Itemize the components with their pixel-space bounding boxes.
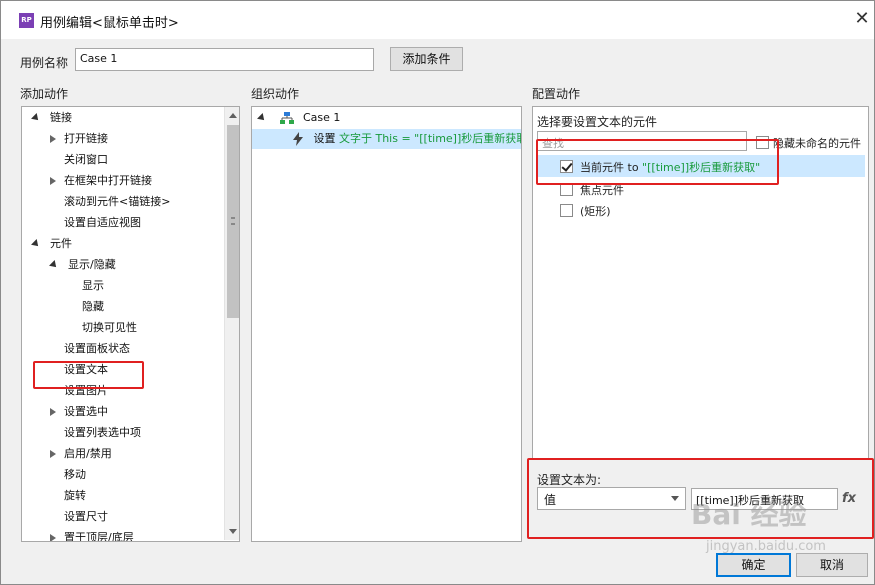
action-item-label: 隐藏 [82, 300, 104, 313]
action-item-4[interactable]: 滚动到元件<锚链接> [50, 193, 170, 211]
ok-button[interactable]: 确定 [716, 553, 791, 577]
action-item-label: 启用/禁用 [64, 447, 112, 460]
axure-app-icon: RP [19, 13, 34, 28]
action-item-19[interactable]: 设置尺寸 [50, 508, 108, 526]
focus-widget-label[interactable]: 焦点元件 [580, 182, 624, 198]
action-item-label: 设置文本 [64, 363, 108, 376]
select-widget-label: 选择要设置文本的元件 [537, 115, 658, 129]
action-item-20[interactable]: 置于顶层/底层 [50, 529, 134, 542]
action-item-16[interactable]: 启用/禁用 [50, 445, 112, 463]
action-item-10[interactable]: 切换可见性 [68, 319, 137, 337]
scroll-down-icon[interactable] [229, 529, 237, 534]
action-item-12[interactable]: 设置文本 [50, 361, 108, 379]
action-item-7[interactable]: 显示/隐藏 [49, 256, 116, 274]
action-item-8[interactable]: 显示 [68, 277, 104, 295]
action-item-label: 元件 [50, 237, 72, 250]
hide-unnamed-label: 隐藏未命名的元件 [773, 137, 861, 150]
collapse-icon[interactable] [50, 177, 56, 185]
action-item-label: 设置尺寸 [64, 510, 108, 523]
action-item-5[interactable]: 设置自适应视图 [50, 214, 141, 232]
action-item-13[interactable]: 设置图片 [50, 382, 108, 400]
action-item-11[interactable]: 设置面板状态 [50, 340, 130, 358]
case-row[interactable]: Case 1 [257, 109, 341, 127]
add-actions-scrollbar[interactable] [224, 107, 239, 540]
action-item-9[interactable]: 隐藏 [68, 298, 104, 316]
scrollbar-thumb[interactable] [227, 125, 239, 318]
collapse-icon[interactable] [50, 450, 56, 458]
expand-icon[interactable] [31, 239, 41, 249]
close-icon[interactable]: ✕ [852, 9, 872, 29]
expand-icon[interactable] [257, 113, 267, 123]
expand-icon[interactable] [31, 113, 41, 123]
baidu-watermark: Bai 经验 [691, 498, 807, 531]
action-item-3[interactable]: 在框架中打开链接 [50, 172, 152, 190]
action-item-label: 滚动到元件<锚链接> [64, 195, 171, 208]
action-item-label: 链接 [50, 111, 72, 124]
current-widget-checkbox[interactable] [560, 160, 573, 173]
case-name-input[interactable]: Case 1 [75, 48, 374, 71]
rectangle-checkbox[interactable] [560, 204, 573, 217]
action-item-label: 设置面板状态 [64, 342, 130, 355]
action-item-15[interactable]: 设置列表选中项 [50, 424, 141, 442]
cancel-button[interactable]: 取消 [796, 553, 868, 577]
watermark-url: jingyan.baidu.com [706, 539, 826, 554]
action-item-label: 设置图片 [64, 384, 108, 397]
action-prefix: 设置 [313, 132, 336, 145]
value-type-select[interactable]: 值 [537, 487, 686, 510]
action-item-17[interactable]: 移动 [50, 466, 86, 484]
add-actions-header: 添加动作 [20, 87, 69, 101]
title-bar: RP 用例编辑<鼠标单击时> ✕ [1, 1, 874, 39]
action-item-label: 设置选中 [64, 405, 108, 418]
set-text-label: 设置文本为: [537, 473, 602, 487]
action-item-14[interactable]: 设置选中 [50, 403, 108, 421]
focus-widget-checkbox[interactable] [560, 183, 573, 196]
configure-actions-header: 配置动作 [532, 87, 581, 101]
action-item-label: 置于顶层/底层 [64, 531, 134, 542]
action-item-0[interactable]: 链接 [31, 109, 72, 127]
action-item-label: 移动 [64, 468, 86, 481]
case-label: Case 1 [303, 111, 341, 124]
window-title: 用例编辑<鼠标单击时> [40, 16, 179, 31]
expand-icon[interactable] [49, 260, 59, 270]
add-condition-button[interactable]: 添加条件 [390, 47, 463, 71]
organize-actions-header: 组织动作 [251, 87, 300, 101]
action-item-label: 显示/隐藏 [68, 258, 116, 271]
search-input[interactable]: 查找 [537, 131, 747, 151]
scroll-up-icon[interactable] [229, 113, 237, 118]
action-item-6[interactable]: 元件 [31, 235, 72, 253]
lightning-icon [293, 132, 303, 146]
case-editor-dialog: RP 用例编辑<鼠标单击时> ✕ 用例名称 Case 1 添加条件 添加动作 组… [0, 0, 875, 585]
case-tree-icon [279, 112, 294, 124]
action-item-label: 显示 [82, 279, 104, 292]
action-item-label: 在框架中打开链接 [64, 174, 152, 187]
action-item-label: 切换可见性 [82, 321, 137, 334]
fx-button[interactable]: fx [842, 491, 856, 506]
current-widget-label[interactable]: 当前元件 to "[[time]]秒后重新获取" [580, 159, 760, 175]
collapse-icon[interactable] [50, 534, 56, 541]
action-item-1[interactable]: 打开链接 [50, 130, 108, 148]
action-item-label: 旋转 [64, 489, 86, 502]
configure-actions-panel: 选择要设置文本的元件 查找 隐藏未命名的元件 当前元件 to "[[time]]… [532, 106, 869, 460]
action-item-label: 打开链接 [64, 132, 108, 145]
case-name-label: 用例名称 [20, 56, 69, 70]
action-item-18[interactable]: 旋转 [50, 487, 86, 505]
chevron-down-icon [671, 496, 679, 501]
action-item-2[interactable]: 关闭窗口 [50, 151, 108, 169]
action-item-label: 设置自适应视图 [64, 216, 141, 229]
collapse-icon[interactable] [50, 135, 56, 143]
add-actions-tree: 链接打开链接关闭窗口在框架中打开链接滚动到元件<锚链接> 设置自适应视图元件显示/… [21, 106, 240, 542]
rectangle-label[interactable]: (矩形) [580, 203, 611, 219]
action-item-label: 设置列表选中项 [64, 426, 141, 439]
organize-actions-tree: Case 1 设置 文字于 This = "[[time]]秒后重新获取" [251, 106, 522, 542]
action-row[interactable]: 设置 文字于 This = "[[time]]秒后重新获取" [292, 130, 522, 148]
action-item-label: 关闭窗口 [64, 153, 108, 166]
value-type-value: 值 [544, 493, 557, 507]
action-detail: 文字于 This = "[[time]]秒后重新获取" [339, 132, 522, 145]
collapse-icon[interactable] [50, 408, 56, 416]
hide-unnamed-checkbox[interactable] [756, 136, 769, 149]
